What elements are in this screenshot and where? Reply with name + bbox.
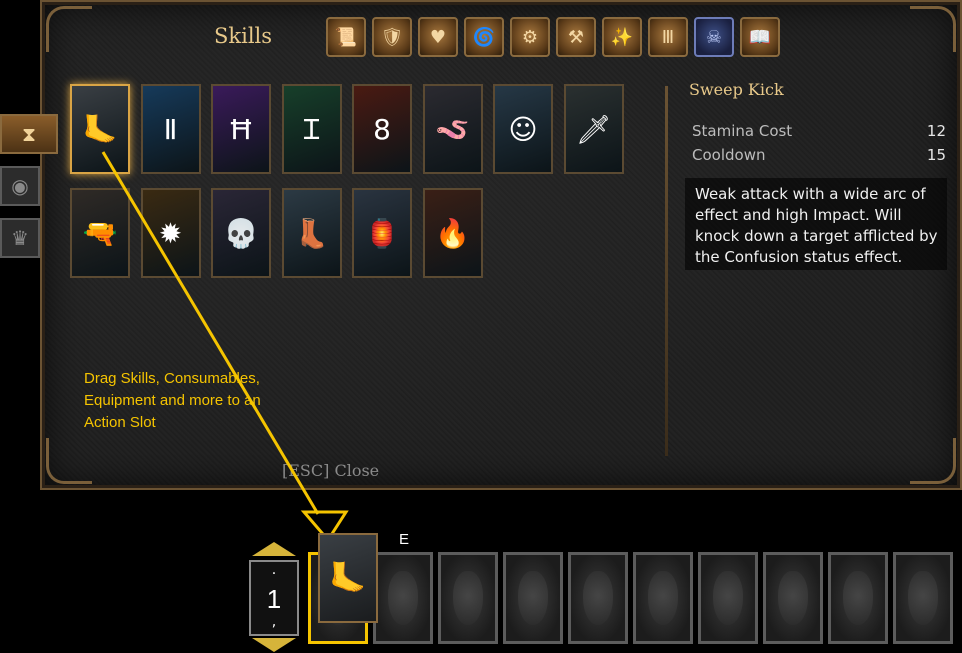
- ornament-corner: [46, 438, 92, 484]
- circle-icon: ◉: [11, 174, 29, 198]
- tab-book[interactable]: 📖: [740, 17, 780, 57]
- sweep-kick-icon: 🦶: [82, 112, 118, 146]
- worm-icon: 🪱: [435, 112, 470, 146]
- next-key: ,: [271, 614, 277, 630]
- skill-worm[interactable]: 🪱: [422, 84, 483, 174]
- skill-lantern[interactable]: 🏮: [352, 188, 412, 278]
- tab-roman-numerals[interactable]: Ⅲ: [648, 17, 688, 57]
- heart-icon: ♥: [429, 26, 447, 48]
- stat-row-cooldown: Cooldown 15: [692, 146, 946, 164]
- tab-shield[interactable]: 🛡: [372, 17, 412, 57]
- flintlock-icon: 🔫: [82, 216, 118, 250]
- action-slot[interactable]: [893, 552, 953, 644]
- action-slot[interactable]: [763, 552, 823, 644]
- skill-skull-face[interactable]: 💀: [211, 188, 271, 278]
- hourglass-icon: ⧗: [21, 122, 37, 146]
- ornament-corner: [910, 438, 956, 484]
- skill-sweep-kick[interactable]: 🦶: [70, 84, 130, 174]
- page-number: 1: [266, 584, 282, 614]
- skull-icon: ☠: [705, 26, 723, 48]
- stat-row-stamina: Stamina Cost 12: [692, 122, 946, 140]
- action-slot[interactable]: [828, 552, 888, 644]
- roman-numerals-icon: Ⅲ: [661, 26, 675, 48]
- skill-boot-kick[interactable]: 👢: [281, 188, 342, 278]
- side-tab-crown[interactable]: ♛: [0, 218, 40, 258]
- skull-face-icon: 💀: [223, 216, 259, 250]
- hotkey-label: E: [399, 531, 410, 548]
- stat-label: Cooldown: [692, 146, 766, 164]
- tab-spiral[interactable]: 🌀: [464, 17, 504, 57]
- ornament-corner: [46, 6, 92, 52]
- page-up-arrow[interactable]: [252, 542, 296, 556]
- skill-rune-i[interactable]: Ɪ: [281, 84, 342, 174]
- skill-frost-face[interactable]: ☺: [493, 84, 553, 174]
- close-hint[interactable]: [ESC] Close: [282, 461, 379, 480]
- side-tab-circle[interactable]: ◉: [0, 166, 40, 206]
- stat-value: 12: [926, 122, 946, 140]
- skill-fire-spark[interactable]: ✹: [140, 188, 201, 278]
- tab-heart[interactable]: ♥: [418, 17, 458, 57]
- action-slot[interactable]: [698, 552, 758, 644]
- sparkle-icon: ✨: [610, 26, 634, 48]
- stat-value: 15: [926, 146, 946, 164]
- skill-knife[interactable]: 🗡: [563, 84, 624, 174]
- action-slot[interactable]: [633, 552, 693, 644]
- gear-icon: ⚙: [521, 26, 539, 48]
- frost-face-icon: ☺: [508, 112, 538, 146]
- skill-flintlock[interactable]: 🔫: [70, 188, 130, 278]
- divider: [665, 86, 668, 456]
- page-down-arrow[interactable]: [252, 638, 296, 652]
- skill-description: Weak attack with a wide arc of effect an…: [685, 178, 947, 270]
- tab-skull[interactable]: ☠: [694, 17, 734, 57]
- skill-rune-ii[interactable]: Ⅱ: [140, 84, 201, 174]
- prev-key: .: [271, 562, 277, 578]
- category-tabs: 📜 🛡 ♥ 🌀 ⚙ ⚒ ✨ Ⅲ ☠ 📖: [326, 17, 780, 57]
- panel-title: Skills: [214, 24, 273, 48]
- dragged-skill-icon[interactable]: 🦶: [318, 533, 378, 623]
- action-slot[interactable]: [438, 552, 498, 644]
- skill-rune-8[interactable]: 8: [352, 84, 412, 174]
- tab-sparkle[interactable]: ✨: [602, 17, 642, 57]
- skill-fire-face[interactable]: 🔥: [422, 188, 483, 278]
- book-icon: 📖: [748, 26, 772, 48]
- action-bar-page: . 1 ,: [249, 560, 299, 636]
- lantern-icon: 🏮: [364, 216, 400, 250]
- rune-ii-icon: Ⅱ: [163, 112, 178, 146]
- boot-kick-icon: 👢: [294, 216, 329, 250]
- tab-anvil[interactable]: ⚒: [556, 17, 596, 57]
- tab-gear[interactable]: ⚙: [510, 17, 550, 57]
- fire-spark-icon: ✹: [158, 216, 183, 250]
- drag-tooltip: Drag Skills, Consumables, Equipment and …: [84, 370, 261, 431]
- action-slot[interactable]: [373, 552, 433, 644]
- scroll-icon: 📜: [334, 26, 358, 48]
- kick-icon: 🦶: [329, 560, 367, 596]
- skill-rune-h[interactable]: Ħ: [211, 84, 271, 174]
- stat-label: Stamina Cost: [692, 122, 793, 140]
- skill-detail-name: Sweep Kick: [689, 80, 784, 99]
- rune-8-icon: 8: [373, 112, 391, 146]
- anvil-icon: ⚒: [567, 26, 585, 48]
- tab-scroll[interactable]: 📜: [326, 17, 366, 57]
- rune-h-icon: Ħ: [228, 112, 254, 146]
- knife-icon: 🗡: [575, 112, 612, 146]
- shield-icon: 🛡: [380, 26, 404, 48]
- crown-icon: ♛: [11, 226, 29, 250]
- side-tab-hourglass[interactable]: ⧗: [0, 114, 58, 154]
- ornament-corner: [910, 6, 956, 52]
- fire-face-icon: 🔥: [435, 216, 470, 250]
- rune-i-icon: Ɪ: [303, 113, 320, 146]
- action-slot[interactable]: [503, 552, 563, 644]
- action-slot[interactable]: [568, 552, 628, 644]
- spiral-icon: 🌀: [472, 26, 496, 48]
